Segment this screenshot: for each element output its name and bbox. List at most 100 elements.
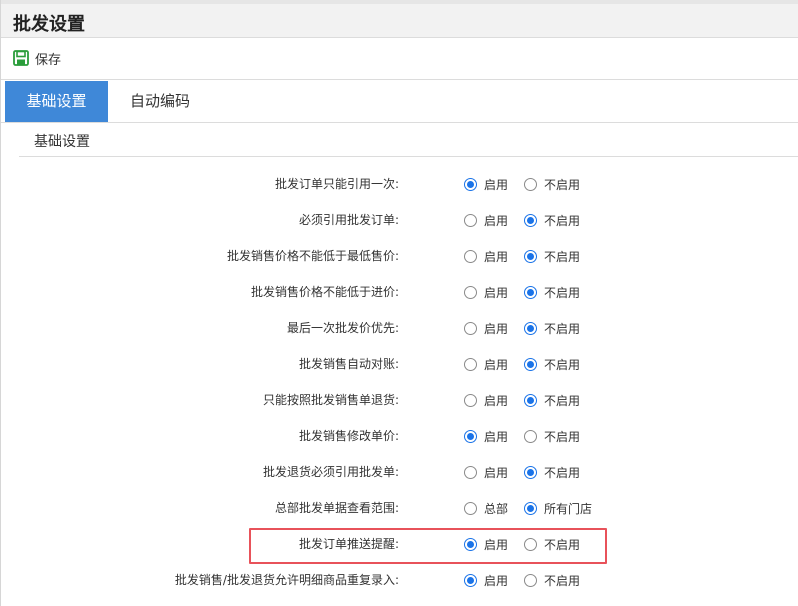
radio-label: 不启用: [544, 178, 581, 192]
setting-row: 批发退货必须引用批发单: 启用 不启用: [1, 453, 798, 489]
radio-label: 不启用: [544, 322, 581, 336]
tab-bar: 基础设置 自动编码: [1, 81, 798, 123]
radio-button[interactable]: [524, 250, 537, 263]
option-first[interactable]: 启用: [464, 464, 508, 481]
radio-button[interactable]: [524, 394, 537, 407]
setting-label: 最后一次批发价优先:: [286, 321, 399, 335]
setting-row: 批发销售价格不能低于进价: 启用 不启用: [1, 273, 798, 309]
radio-button[interactable]: [464, 322, 477, 335]
radio-button[interactable]: [464, 502, 477, 515]
setting-row: 批发销售价格不能低于最低售价: 启用 不启用: [1, 237, 798, 273]
tab-auto-coding[interactable]: 自动编码: [108, 81, 212, 122]
radio-button[interactable]: [524, 502, 537, 515]
radio-button[interactable]: [464, 250, 477, 263]
setting-row: 必须引用批发订单: 启用 不启用: [1, 201, 798, 237]
radio-label: 启用: [484, 178, 509, 192]
save-button-label: 保存: [35, 52, 62, 68]
radio-button[interactable]: [464, 430, 477, 443]
radio-button[interactable]: [464, 286, 477, 299]
setting-label: 批发销售价格不能低于最低售价:: [226, 249, 399, 263]
radio-button[interactable]: [524, 322, 537, 335]
radio-button[interactable]: [464, 358, 477, 371]
radio-button[interactable]: [524, 214, 537, 227]
radio-label: 启用: [484, 322, 509, 336]
option-first[interactable]: 启用: [464, 572, 508, 589]
option-first[interactable]: 总部: [464, 500, 508, 517]
highlight-box: [249, 528, 607, 564]
option-second[interactable]: 不启用: [524, 572, 580, 589]
radio-button[interactable]: [524, 286, 537, 299]
option-first[interactable]: 启用: [464, 392, 508, 409]
setting-row: 批发销售/批发退货允许明细商品重复录入: 启用 不启用: [1, 561, 798, 597]
section-header: 基础设置: [19, 123, 798, 157]
radio-label: 不启用: [544, 430, 581, 444]
radio-label: 所有门店: [544, 502, 593, 516]
section-title: 基础设置: [34, 134, 90, 150]
setting-label: 总部批发单据查看范围:: [274, 501, 399, 515]
save-button[interactable]: 保存: [13, 48, 61, 68]
radio-button[interactable]: [464, 574, 477, 587]
radio-button[interactable]: [524, 178, 537, 191]
option-second[interactable]: 不启用: [524, 320, 580, 337]
option-second[interactable]: 不启用: [524, 356, 580, 373]
setting-row: 批发销售自动对账: 启用 不启用: [1, 345, 798, 381]
radio-label: 启用: [484, 250, 509, 264]
radio-label: 启用: [484, 214, 509, 228]
option-second[interactable]: 所有门店: [524, 500, 592, 517]
option-second[interactable]: 不启用: [524, 176, 580, 193]
toolbar: 保存: [1, 38, 798, 80]
setting-label: 批发订单只能引用一次:: [274, 177, 399, 191]
option-first[interactable]: 启用: [464, 212, 508, 229]
setting-label: 批发销售自动对账:: [298, 357, 399, 371]
radio-button[interactable]: [464, 394, 477, 407]
radio-label: 启用: [484, 394, 509, 408]
setting-label: 批发销售修改单价:: [298, 429, 399, 443]
save-icon: [13, 50, 29, 66]
option-second[interactable]: 不启用: [524, 428, 580, 445]
setting-row: 总部批发单据查看范围: 总部 所有门店: [1, 489, 798, 525]
setting-label: 必须引用批发订单:: [298, 213, 399, 227]
option-second[interactable]: 不启用: [524, 464, 580, 481]
setting-label: 只能按照批发销售单退货:: [262, 393, 399, 407]
radio-label: 不启用: [544, 466, 581, 480]
setting-label: 批发退货必须引用批发单:: [262, 465, 399, 479]
radio-label: 总部: [484, 502, 509, 516]
radio-label: 启用: [484, 286, 509, 300]
option-second[interactable]: 不启用: [524, 212, 580, 229]
option-first[interactable]: 启用: [464, 248, 508, 265]
radio-button[interactable]: [524, 358, 537, 371]
option-first[interactable]: 启用: [464, 284, 508, 301]
radio-label: 启用: [484, 430, 509, 444]
page-title: 批发设置: [13, 14, 85, 35]
radio-label: 不启用: [544, 574, 581, 588]
setting-row: 最后一次批发价优先: 启用 不启用: [1, 309, 798, 345]
radio-label: 不启用: [544, 394, 581, 408]
setting-label: 批发销售价格不能低于进价:: [250, 285, 399, 299]
radio-label: 不启用: [544, 358, 581, 372]
option-first[interactable]: 启用: [464, 356, 508, 373]
option-second[interactable]: 不启用: [524, 248, 580, 265]
radio-button[interactable]: [524, 574, 537, 587]
radio-label: 不启用: [544, 250, 581, 264]
radio-label: 启用: [484, 574, 509, 588]
radio-label: 启用: [484, 358, 509, 372]
title-bar: 批发设置: [1, 0, 798, 38]
radio-button[interactable]: [464, 214, 477, 227]
radio-button[interactable]: [464, 466, 477, 479]
settings-window: 批发设置 保存 基础设置 自动编码 基础设置 批发订单只能引用一次: 启用 不启用必…: [0, 0, 798, 606]
option-first[interactable]: 启用: [464, 176, 508, 193]
radio-button[interactable]: [524, 430, 537, 443]
setting-row: 批发订单只能引用一次: 启用 不启用: [1, 165, 798, 201]
setting-label: 批发销售/批发退货允许明细商品重复录入:: [174, 573, 399, 587]
option-first[interactable]: 启用: [464, 320, 508, 337]
setting-row: 只能按照批发销售单退货: 启用 不启用: [1, 381, 798, 417]
radio-button[interactable]: [464, 178, 477, 191]
radio-label: 不启用: [544, 214, 581, 228]
radio-label: 不启用: [544, 286, 581, 300]
tab-basic-settings[interactable]: 基础设置: [5, 81, 108, 122]
radio-button[interactable]: [524, 466, 537, 479]
option-second[interactable]: 不启用: [524, 284, 580, 301]
radio-label: 启用: [484, 466, 509, 480]
option-second[interactable]: 不启用: [524, 392, 580, 409]
option-first[interactable]: 启用: [464, 428, 508, 445]
